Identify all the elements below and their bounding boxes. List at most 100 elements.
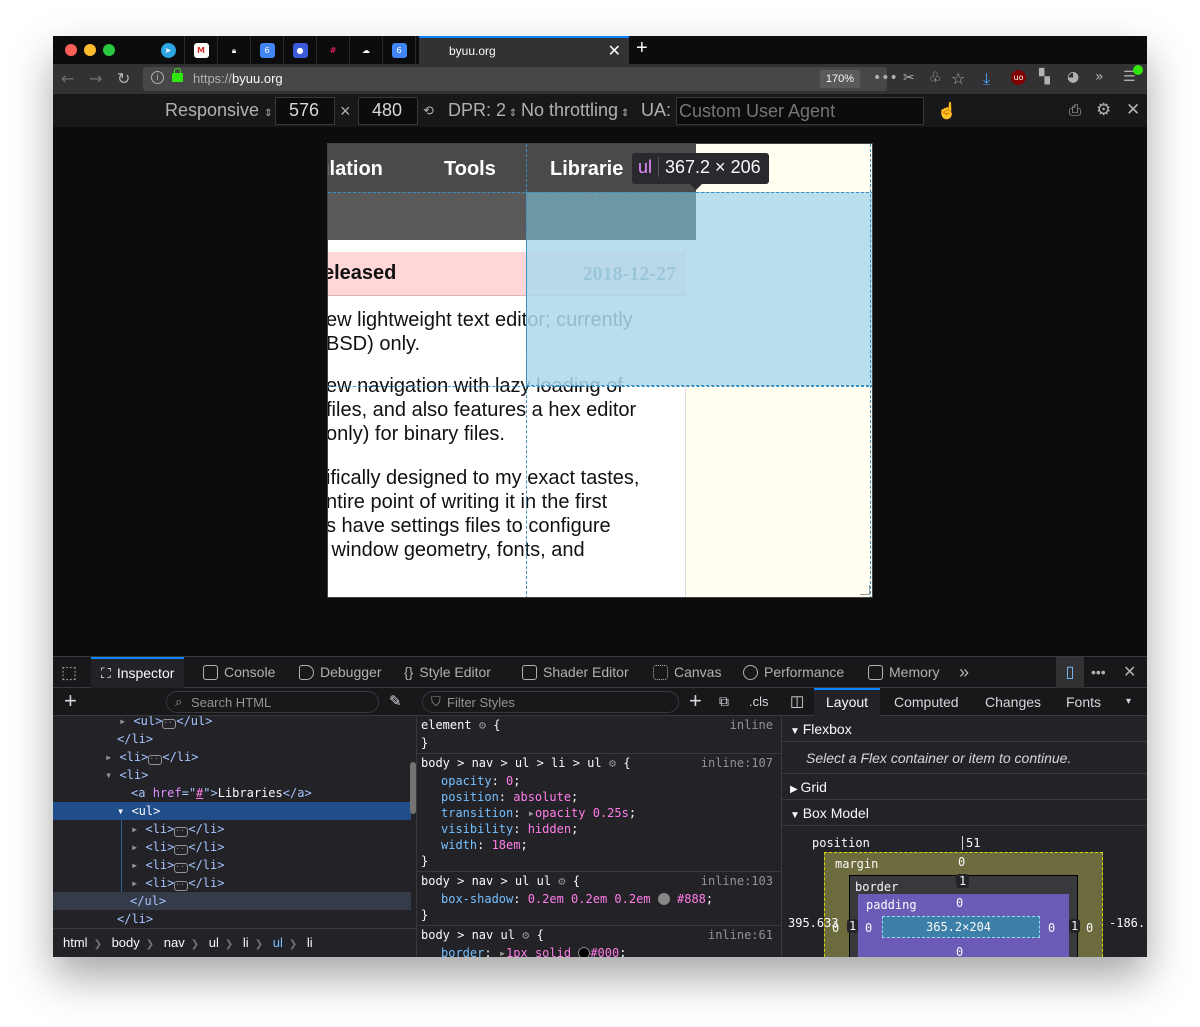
nav-item-tools[interactable]: Tools [444, 158, 496, 181]
crumb-ul-selected[interactable]: ul [273, 935, 283, 950]
rule-2-source[interactable]: inline:103 [701, 872, 773, 890]
rule-1-source[interactable]: inline:107 [701, 754, 773, 772]
crumb-html[interactable]: html [63, 935, 88, 950]
zoom-level[interactable]: 170% [820, 70, 860, 88]
more-sidebar-tabs-icon[interactable]: ▾ [1126, 688, 1131, 716]
toggle-sidebar-icon[interactable]: ◫ [790, 688, 804, 716]
tree-row[interactable]: ▾ <li> [53, 766, 411, 784]
close-tab-icon[interactable]: ✕ [608, 41, 621, 61]
throttling-selector[interactable]: No throttling ⇕ [521, 100, 629, 121]
tab-style-editor[interactable]: {} Style Editor [404, 657, 491, 688]
nav-item-emulation[interactable]: ılation [328, 158, 383, 181]
tab-canvas[interactable]: Canvas [653, 657, 721, 688]
tree-row[interactable]: <a href="#">Libraries</a> [53, 784, 411, 802]
collapsed-ellipsis-icon[interactable]: ··· [174, 863, 190, 873]
box-model-section[interactable]: ▼ Box Model [782, 800, 1147, 826]
screenshot-icon[interactable]: ✂ [903, 70, 915, 86]
padding-left-value[interactable]: 0 [865, 921, 872, 935]
collapsed-ellipsis-icon[interactable]: ··· [148, 755, 164, 765]
touch-simulation-icon[interactable]: ☝ [937, 101, 957, 121]
responsive-viewport[interactable]: ılation Tools Librarie eleased 2018-12-2… [327, 143, 873, 598]
markup-scrollbar[interactable] [410, 762, 416, 814]
tab-computed[interactable]: Computed [894, 688, 959, 716]
device-selector[interactable]: Responsive ⇕ [165, 100, 272, 121]
color-swatch-icon[interactable] [657, 893, 670, 905]
url-text[interactable]: https://byuu.org [193, 71, 283, 86]
tree-row[interactable]: </li> [53, 910, 411, 928]
padding-bottom-value[interactable]: 0 [956, 945, 963, 957]
position-right-value[interactable]: -186. [1109, 916, 1145, 930]
tab-performance[interactable]: Performance [743, 657, 844, 688]
tree-row[interactable]: ▸ <ul>···</ul> [53, 716, 411, 730]
crumb-body[interactable]: body [112, 935, 140, 950]
content-size[interactable]: 365.2×204 [926, 920, 991, 934]
viewport-resize-handle[interactable] [860, 585, 870, 595]
forward-icon[interactable]: → [89, 69, 102, 88]
close-rdm-icon[interactable]: ✕ [1126, 100, 1140, 120]
tree-row[interactable]: ▸ <li>···</li> [53, 838, 411, 856]
new-tab-icon[interactable]: + [636, 37, 648, 60]
grid-section[interactable]: ▶ Grid [782, 774, 1147, 800]
nav-item-libraries[interactable]: Librarie [550, 158, 623, 181]
rule-3-prop[interactable]: border: ▸1px solid #000; [421, 944, 779, 957]
tree-row[interactable]: ▸ <li>···</li> [53, 748, 411, 766]
rotate-icon[interactable]: ⟲ [423, 103, 434, 119]
active-tab[interactable]: byuu.org ✕ [419, 36, 629, 64]
collapsed-ellipsis-icon[interactable]: ··· [174, 845, 190, 855]
user-agent-input[interactable] [676, 97, 924, 125]
dpr-selector[interactable]: DPR: 2 ⇕ [448, 100, 517, 121]
screenshot-camera-icon[interactable]: ⎙ [1069, 102, 1081, 119]
reload-icon[interactable]: ↻ [117, 69, 130, 88]
pinned-tab-cloud[interactable]: ☁ [350, 36, 383, 64]
settings-gear-icon[interactable]: ⚙ [1096, 100, 1111, 120]
pinned-tab-record[interactable]: ● [284, 36, 317, 64]
tab-debugger[interactable]: Debugger [299, 657, 382, 688]
more-tabs-icon[interactable]: » [959, 657, 969, 688]
tab-shader-editor[interactable]: Shader Editor [522, 657, 629, 688]
devtools-menu-icon[interactable]: ••• [1091, 657, 1106, 688]
tree-row[interactable]: </ul> [53, 892, 411, 910]
crumb-li-2[interactable]: li [307, 935, 313, 950]
download-icon[interactable]: ⤓ [983, 69, 990, 89]
margin-top-value[interactable]: 0 [958, 855, 965, 869]
viewport-height-input[interactable]: 480 [358, 97, 418, 125]
pinned-tab-gmail[interactable]: M [185, 36, 218, 64]
pinned-tab-telegram[interactable]: ➤ [152, 36, 185, 64]
tab-memory[interactable]: Memory [868, 657, 940, 688]
color-swatch-icon[interactable] [578, 947, 591, 957]
collapsed-ellipsis-icon[interactable]: ··· [162, 719, 178, 729]
bookmark-star-icon[interactable]: ☆ [951, 69, 965, 88]
tree-row[interactable]: ▸ <li>···</li> [53, 874, 411, 892]
rule-3-source[interactable]: inline:61 [708, 926, 773, 944]
extensions-grid-icon[interactable]: ▚ [1039, 69, 1050, 85]
close-devtools-icon[interactable]: ✕ [1123, 657, 1136, 688]
toggle-pseudo-icon[interactable]: ⧉ [719, 693, 729, 710]
viewport-width-input[interactable]: 576 [275, 97, 335, 125]
info-icon[interactable]: i [151, 71, 164, 84]
padding-top-value[interactable]: 0 [956, 896, 963, 910]
pie-icon[interactable]: ◕ [1067, 69, 1079, 85]
back-icon[interactable]: ← [61, 69, 74, 88]
border-right-value[interactable]: 1 [1069, 919, 1081, 933]
reader-icon[interactable]: ♧ [929, 70, 942, 86]
position-top-value[interactable]: 51 [962, 836, 980, 850]
zoom-window-button[interactable] [103, 44, 115, 56]
crumb-nav[interactable]: nav [164, 935, 185, 950]
tab-fonts[interactable]: Fonts [1066, 688, 1101, 716]
close-window-button[interactable] [65, 44, 77, 56]
ublock-icon[interactable]: uo [1011, 70, 1026, 85]
position-left-value[interactable]: 395.633 [788, 916, 839, 930]
tab-changes[interactable]: Changes [985, 688, 1041, 716]
flexbox-section[interactable]: ▼ Flexbox [782, 716, 1147, 742]
collapsed-ellipsis-icon[interactable]: ··· [174, 827, 190, 837]
tab-inspector[interactable]: ⛶ Inspector [91, 657, 185, 688]
tab-layout[interactable]: Layout [814, 688, 881, 716]
element-picker-icon[interactable]: ⬚ [61, 657, 77, 688]
cls-toggle[interactable]: .cls [749, 694, 769, 709]
tree-row[interactable]: ▸ <li>···</li> [53, 820, 411, 838]
page-actions-icon[interactable]: ••• [873, 70, 898, 86]
tree-row[interactable]: ▸ <li>···</li> [53, 856, 411, 874]
padding-right-value[interactable]: 0 [1048, 921, 1055, 935]
url-bar[interactable]: i https://byuu.org 170% ••• ✂ ♧ ☆ [143, 67, 965, 91]
overflow-icon[interactable]: » [1095, 69, 1104, 85]
